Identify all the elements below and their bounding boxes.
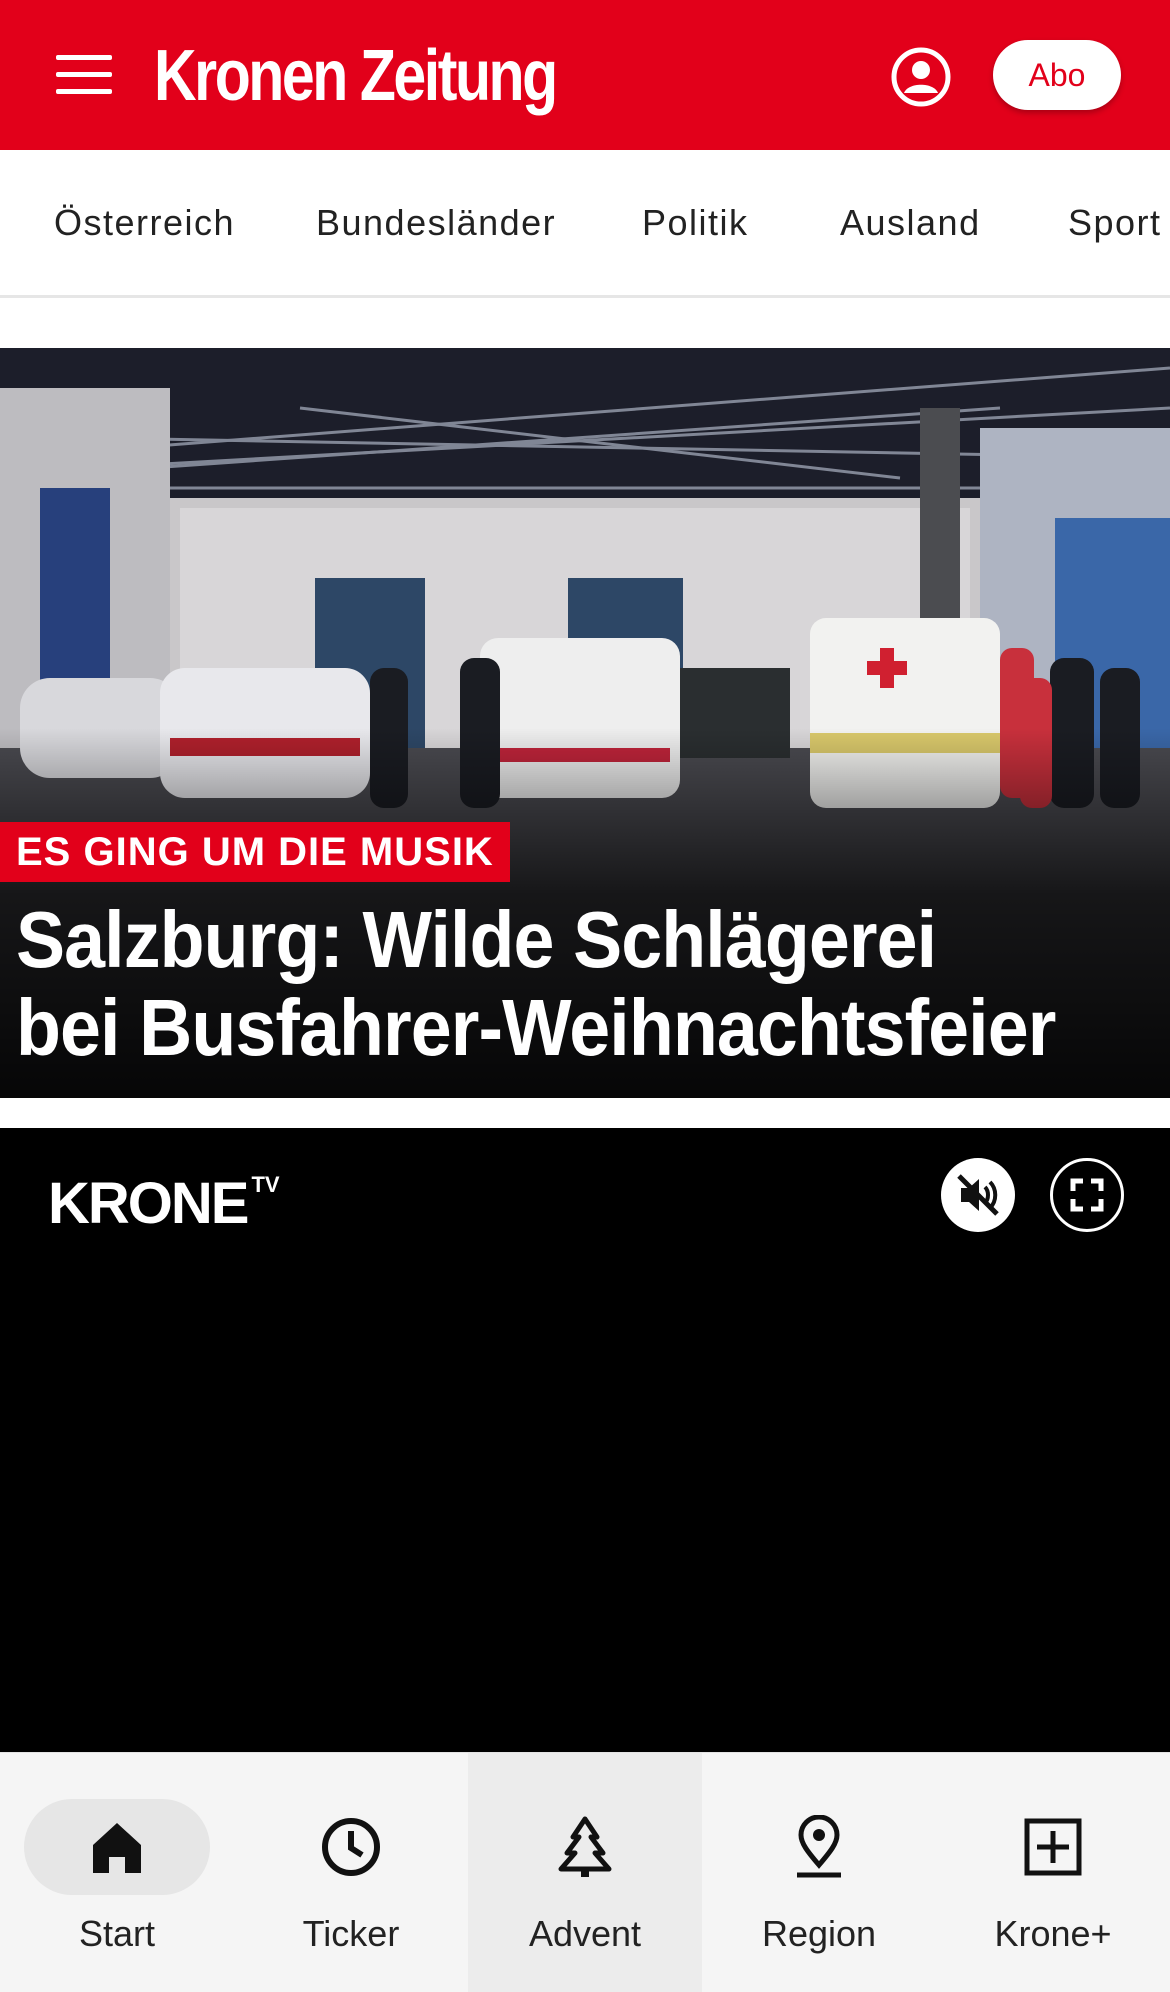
- category-politik[interactable]: Politik: [642, 202, 749, 244]
- hamburger-menu-icon[interactable]: [56, 55, 112, 95]
- krone-tv-logo: KRONE TV: [48, 1168, 280, 1238]
- nav-region-label: Region: [761, 1913, 877, 1954]
- nav-krone-plus-label: Krone+: [994, 1913, 1112, 1954]
- home-icon: [93, 1823, 141, 1873]
- krone-tv-logo-suffix: TV: [251, 1172, 280, 1197]
- fullscreen-icon[interactable]: [1050, 1158, 1124, 1232]
- muted-speaker-icon[interactable]: [941, 1158, 1015, 1232]
- nav-advent-label: Advent: [528, 1913, 642, 1954]
- top-header: Kronen Zeitung Abo: [0, 0, 1170, 150]
- nav-ticker-label: Ticker: [302, 1913, 400, 1954]
- article-kicker: ES GING UM DIE MUSIK: [0, 822, 510, 882]
- nav-ticker[interactable]: Ticker: [234, 1753, 468, 1992]
- nav-krone-plus[interactable]: Krone+: [936, 1753, 1170, 1992]
- nav-start[interactable]: Start: [0, 1753, 234, 1992]
- category-ausland[interactable]: Ausland: [840, 202, 981, 244]
- nav-start-label: Start: [78, 1913, 156, 1954]
- video-player[interactable]: KRONE TV: [0, 1128, 1170, 1753]
- location-pin-icon: [797, 1815, 841, 1878]
- category-nav: Österreich Bundesländer Politik Ausland …: [0, 150, 1170, 298]
- site-logo[interactable]: Kronen Zeitung: [154, 36, 558, 116]
- headline-line-2: bei Busfahrer-Weihnachtsfeier: [16, 983, 1056, 1072]
- nav-advent[interactable]: Advent: [468, 1753, 702, 1992]
- christmas-tree-icon: [558, 1816, 612, 1877]
- clock-icon: [322, 1818, 380, 1876]
- plus-square-icon: [1024, 1818, 1082, 1876]
- krone-tv-logo-text: KRONE: [48, 1170, 249, 1236]
- bottom-navigation: Start Ticker Advent Region Krone+: [0, 1752, 1170, 1992]
- headline-line-1: Salzburg: Wilde Schlägerei: [16, 895, 937, 984]
- category-sport[interactable]: Sport: [1068, 202, 1162, 244]
- user-account-icon[interactable]: [890, 46, 952, 108]
- article-headline[interactable]: Salzburg: Wilde Schlägerei bei Busfahrer…: [16, 896, 1074, 1072]
- abo-button[interactable]: Abo: [993, 40, 1121, 110]
- category-bundeslaender[interactable]: Bundesländer: [316, 202, 556, 244]
- nav-region[interactable]: Region: [702, 1753, 936, 1992]
- category-oesterreich[interactable]: Österreich: [54, 202, 235, 244]
- hero-article[interactable]: ES GING UM DIE MUSIK Salzburg: Wilde Sch…: [0, 348, 1170, 1098]
